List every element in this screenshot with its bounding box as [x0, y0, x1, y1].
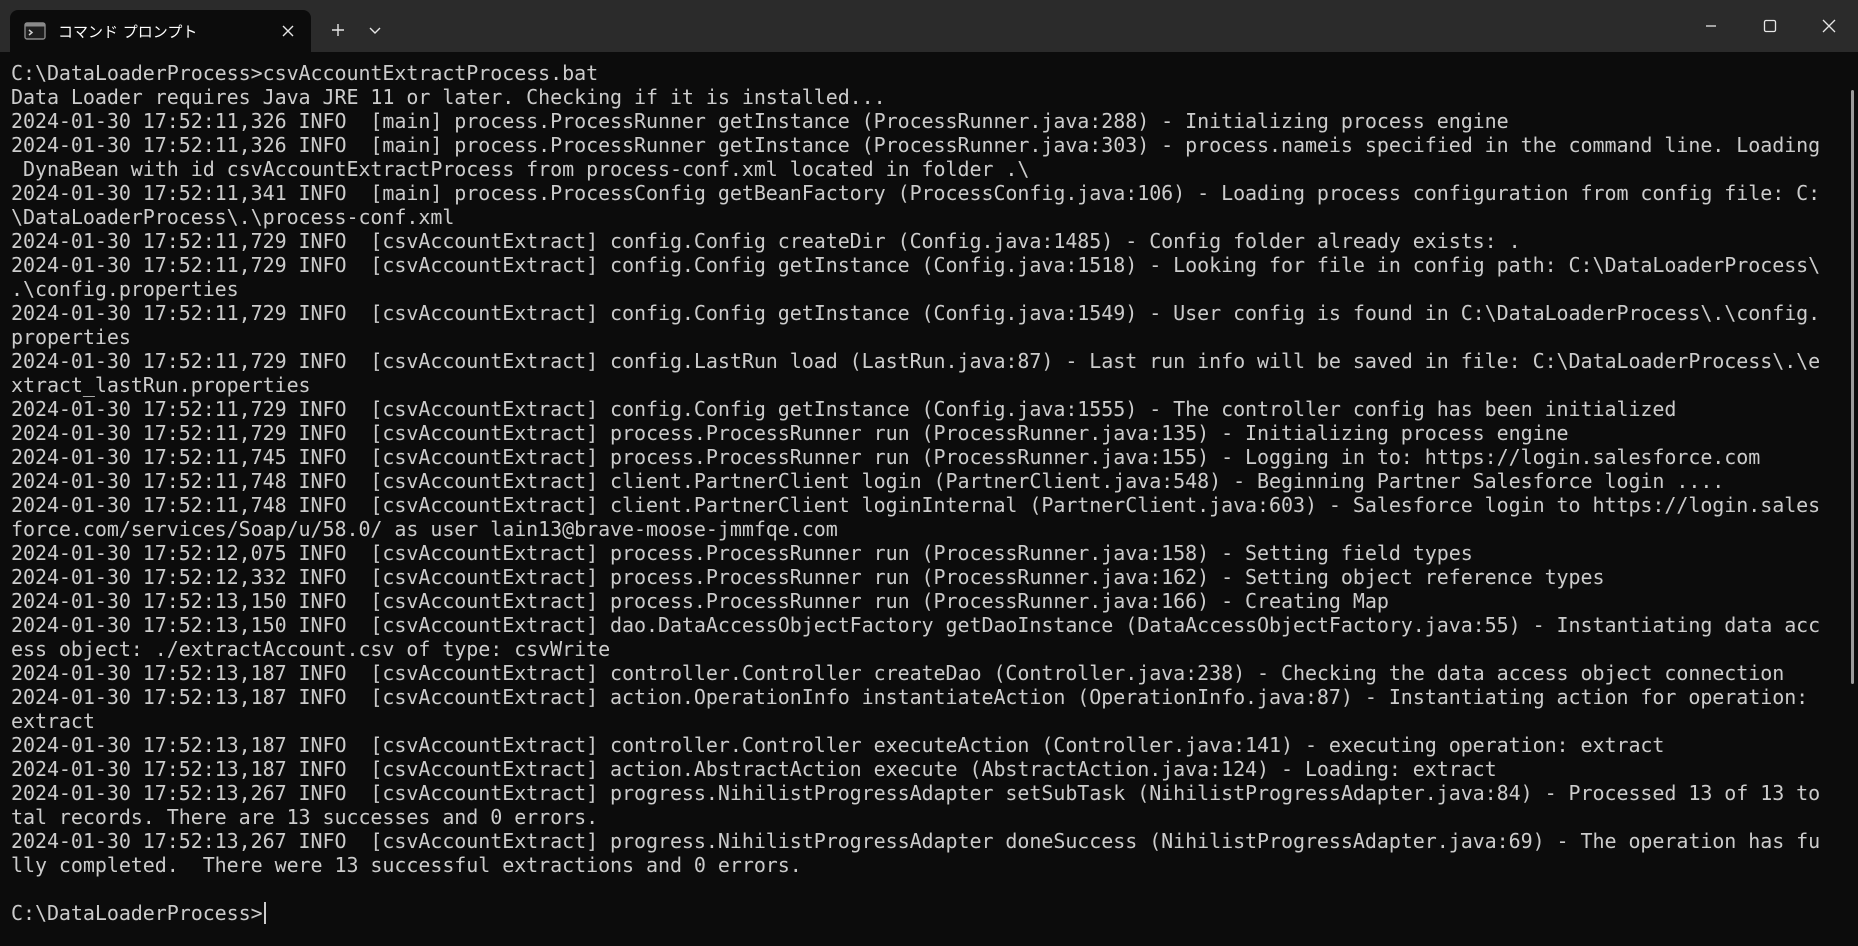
- terminal-line: 2024-01-30 17:52:11,326 INFO [main] proc…: [11, 133, 1821, 157]
- terminal-line: 2024-01-30 17:52:12,075 INFO [csvAccount…: [11, 541, 1473, 565]
- tab-dropdown-button[interactable]: [357, 12, 393, 48]
- terminal-line: tal records. There are 13 successes and …: [11, 805, 599, 829]
- tab-title: コマンド プロンプト: [58, 22, 198, 41]
- chevron-down-icon: [369, 27, 381, 34]
- minimize-button[interactable]: [1682, 0, 1740, 52]
- cmd-app-icon: [24, 22, 46, 40]
- terminal-line: 2024-01-30 17:52:13,187 INFO [csvAccount…: [11, 661, 1785, 685]
- terminal-line: 2024-01-30 17:52:13,150 INFO [csvAccount…: [11, 613, 1821, 637]
- terminal-line: 2024-01-30 17:52:11,729 INFO [csvAccount…: [11, 349, 1821, 373]
- vertical-scrollbar[interactable]: [1851, 90, 1854, 684]
- terminal-line: 2024-01-30 17:52:11,745 INFO [csvAccount…: [11, 445, 1761, 469]
- terminal-line: 2024-01-30 17:52:13,267 INFO [csvAccount…: [11, 781, 1821, 805]
- terminal-line: 2024-01-30 17:52:13,267 INFO [csvAccount…: [11, 829, 1821, 853]
- terminal-line: 2024-01-30 17:52:11,341 INFO [main] proc…: [11, 181, 1821, 205]
- terminal-line: lly completed. There were 13 successful …: [11, 853, 802, 877]
- terminal-line: properties: [11, 325, 131, 349]
- terminal-line: 2024-01-30 17:52:13,187 INFO [csvAccount…: [11, 685, 1809, 709]
- close-tab-icon[interactable]: [277, 20, 299, 42]
- text-cursor: [263, 902, 266, 924]
- terminal-line: 2024-01-30 17:52:13,187 INFO [csvAccount…: [11, 733, 1665, 757]
- tab-command-prompt[interactable]: コマンド プロンプト: [10, 10, 311, 52]
- minimize-icon: [1706, 25, 1716, 27]
- terminal-line: 2024-01-30 17:52:13,150 INFO [csvAccount…: [11, 589, 1389, 613]
- terminal-line: extract: [11, 709, 95, 733]
- terminal-line: 2024-01-30 17:52:11,729 INFO [csvAccount…: [11, 229, 1521, 253]
- terminal-output[interactable]: C:\DataLoaderProcess>csvAccountExtractPr…: [0, 52, 1846, 946]
- terminal-line: 2024-01-30 17:52:11,748 INFO [csvAccount…: [11, 469, 1725, 493]
- terminal-line: \DataLoaderProcess\.\process-conf.xml: [11, 205, 455, 229]
- terminal-line: Data Loader requires Java JRE 11 or late…: [11, 85, 886, 109]
- terminal-window: コマンド プロンプト C:\DataLoaderProcess>csvAccou…: [0, 0, 1858, 946]
- prompt-text: C:\DataLoaderProcess>: [11, 901, 263, 925]
- terminal-line: 2024-01-30 17:52:12,332 INFO [csvAccount…: [11, 565, 1605, 589]
- close-window-button[interactable]: [1800, 0, 1858, 52]
- prompt-line[interactable]: C:\DataLoaderProcess>: [11, 901, 1846, 925]
- maximize-button[interactable]: [1741, 0, 1799, 52]
- terminal-line: .\config.properties: [11, 277, 239, 301]
- terminal-line: 2024-01-30 17:52:13,187 INFO [csvAccount…: [11, 757, 1497, 781]
- terminal-line: ess object: ./extractAccount.csv of type…: [11, 637, 611, 661]
- maximize-icon: [1763, 19, 1777, 33]
- plus-icon: [332, 24, 344, 36]
- terminal-line: C:\DataLoaderProcess>csvAccountExtractPr…: [11, 61, 599, 85]
- close-icon: [1822, 19, 1836, 33]
- terminal-line: 2024-01-30 17:52:11,748 INFO [csvAccount…: [11, 493, 1821, 517]
- title-bar[interactable]: コマンド プロンプト: [0, 0, 1858, 52]
- terminal-line: force.com/services/Soap/u/58.0/ as user …: [11, 517, 838, 541]
- terminal-line: 2024-01-30 17:52:11,729 INFO [csvAccount…: [11, 253, 1821, 277]
- terminal-line: 2024-01-30 17:52:11,326 INFO [main] proc…: [11, 109, 1509, 133]
- terminal-line: 2024-01-30 17:52:11,729 INFO [csvAccount…: [11, 301, 1821, 325]
- terminal-line: xtract_lastRun.properties: [11, 373, 311, 397]
- new-tab-button[interactable]: [320, 12, 356, 48]
- terminal-line: DynaBean with id csvAccountExtractProces…: [11, 157, 1030, 181]
- terminal-line: 2024-01-30 17:52:11,729 INFO [csvAccount…: [11, 421, 1569, 445]
- terminal-line: 2024-01-30 17:52:11,729 INFO [csvAccount…: [11, 397, 1677, 421]
